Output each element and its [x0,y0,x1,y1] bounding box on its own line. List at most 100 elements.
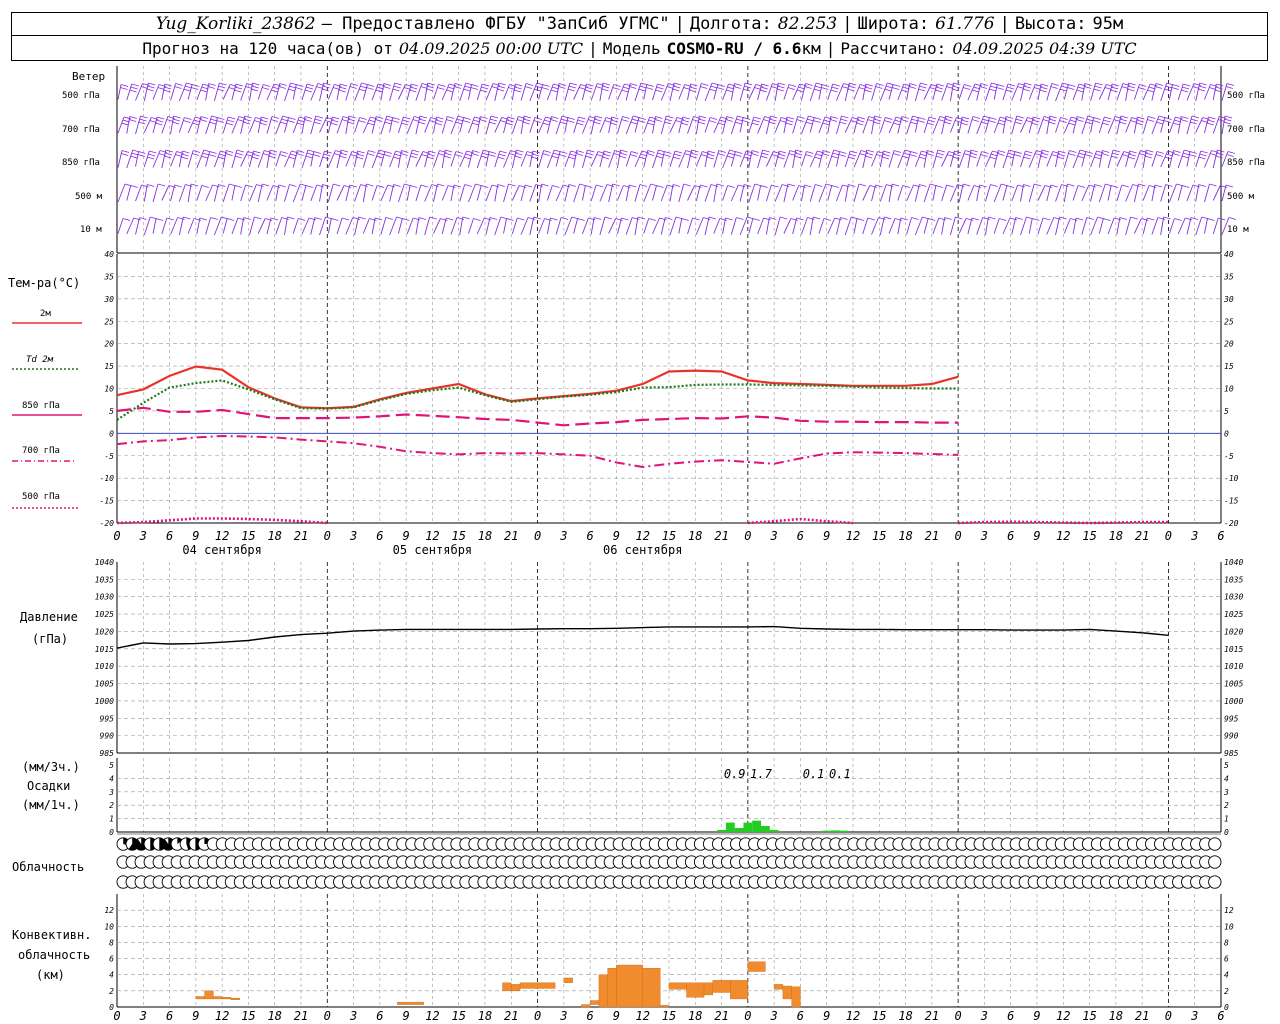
temp-xtick: 6 [797,529,804,543]
wind-barb-feather [813,216,821,220]
wind-barb-feather [1101,153,1109,156]
wind-barb-shaft [1169,218,1175,234]
convective-cell [660,1005,670,1008]
wind-barb-feather [935,185,943,188]
wind-barb-850hpa [406,149,420,169]
wind-barb-shaft [319,216,326,236]
wind-barb-10m [327,218,339,234]
wind-barb-feather [357,150,365,154]
wind-barb-500hpa [511,83,523,101]
temp-xtick: 21 [504,529,518,543]
prec-ytick-left: 0 [109,828,114,837]
temp-xtick: 6 [376,529,383,543]
wind-barb-feather [322,85,330,89]
precip-bar [769,829,779,832]
wind-barb-feather [455,151,464,154]
wind-barb-feather [1199,82,1207,86]
wind-barb-feather [199,119,208,122]
wind-barb-feather [479,89,488,93]
wind-barb-feather [638,88,646,92]
wind-barb-feather [1191,115,1200,119]
wind-barb-shaft [406,185,411,201]
wind-barb-feather [883,150,891,154]
wind-barb-feather [202,152,210,156]
pres-ytick-left: 1010 [95,662,114,671]
pres-ytick-left: 1020 [95,627,114,636]
wind-barb-feather [717,122,725,126]
wind-barb-700hpa [1002,116,1014,134]
pres-ytick-left: 1040 [95,558,114,567]
wind-barb-feather [568,184,576,187]
wind-barb-shaft [923,84,932,100]
wind-barb-500m [1151,184,1163,202]
wind-barb-shaft [450,151,457,167]
wind-barb-feather [480,155,488,159]
wind-barb-feather [928,116,937,120]
wind-barb-feather [1006,86,1014,90]
conv-ytick-left: 12 [104,906,114,915]
wind-barb-feather [260,119,268,123]
wind-barb-feather [602,156,610,160]
precip-bar [717,829,726,832]
wind-barb-feather [1119,118,1128,122]
wind-barb-feather [497,85,506,89]
wind-barb-700hpa [608,116,619,134]
wind-barb-feather [813,156,822,160]
wind-barb-feather [972,116,981,119]
wind-barb-feather [340,149,349,153]
wind-barb-shaft [827,185,833,201]
wind-barb-850hpa [1186,151,1198,167]
wind-barb-shaft [625,151,632,167]
wind-barb-shaft [1195,216,1203,236]
wind-barb-feather [533,216,541,220]
wind-barb-shaft [266,185,274,201]
wind-barb-feather [1048,121,1056,125]
wind-barb-shaft [1063,116,1072,134]
wind-barb-shaft [1133,116,1138,134]
wind-barb-feather [514,86,522,90]
wind-barb-500m [757,185,768,201]
wind-barb-feather [567,120,575,123]
wind-barb-feather [1093,88,1101,92]
wind-barb-shaft [266,217,272,235]
wind-barb-shaft [958,218,967,234]
wind-barb-700hpa [1186,115,1200,135]
wind-barb-feather [780,216,788,220]
prec-ytick-left: 4 [109,774,114,783]
wind-barb-feather [377,152,385,156]
wind-barb-10m [152,218,164,234]
wind-barb-feather [1209,183,1217,187]
convective-cell [519,982,556,989]
wind-barb-shaft [608,218,617,234]
pres-ytick-left: 1015 [95,645,114,654]
wind-barb-shaft [599,184,608,202]
wind-barb-feather [937,149,945,153]
conv-xtick: 0 [534,1009,541,1023]
wind-barb-feather [281,118,289,122]
wind-barb-feather [278,86,286,89]
wind-barb-feather [813,88,821,92]
wind-barb-feather [1103,218,1111,221]
convective-cell [607,968,617,1008]
wind-barb-shaft [485,217,491,235]
wind-barb-feather [936,152,944,156]
temp-xtick: 18 [688,529,702,543]
wind-barb-shaft [844,117,853,133]
wind-barb-shaft [713,218,721,234]
wind-barb-feather [1086,118,1094,122]
wind-barb-feather [1147,217,1155,221]
wind-barb-feather [969,155,977,159]
wind-barb-feather [1225,184,1234,188]
wind-barb-feather [225,153,233,156]
wind-barb-feather [490,115,499,119]
wind-barb-feather [759,89,767,93]
prec-ytick-right: 5 [1224,761,1229,770]
wind-barb-feather [1094,85,1102,89]
wind-barb-feather [864,86,873,90]
wind-barb-feather [426,85,435,89]
wind-barb-feather [864,89,872,93]
wind-barb-feather [979,86,987,89]
wind-barb-feather [1110,155,1119,159]
wind-barb-shaft [1204,218,1208,234]
wind-barb-shaft [161,185,170,201]
